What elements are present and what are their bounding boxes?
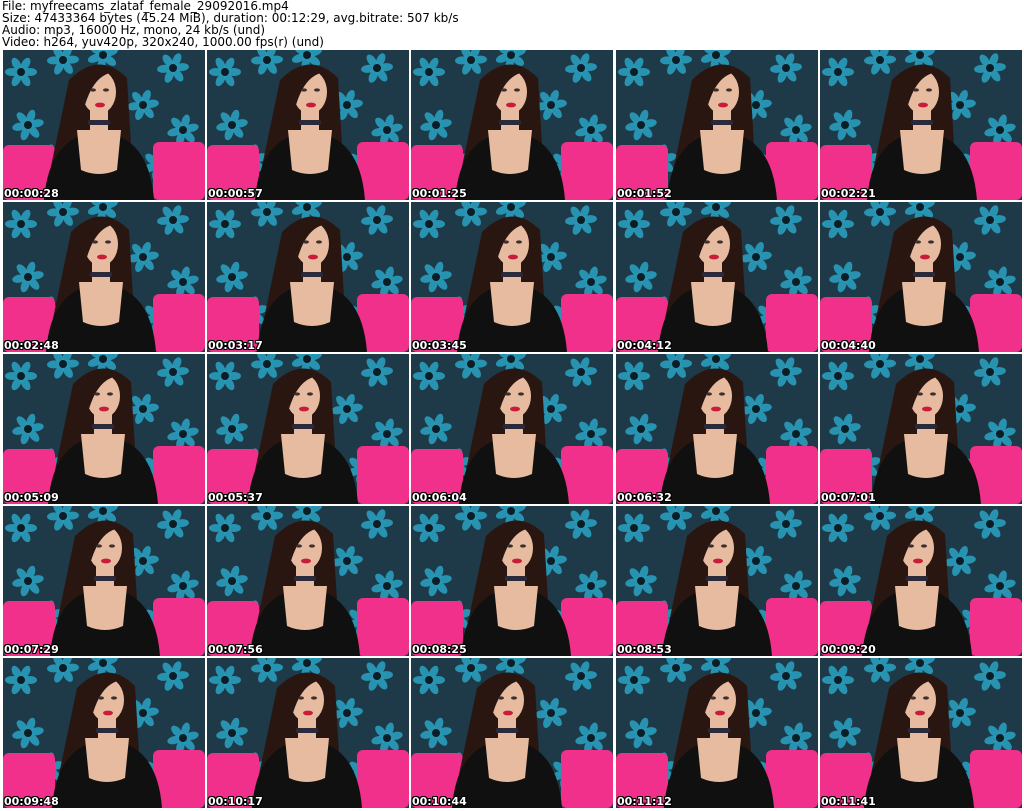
- frame-timestamp: 00:02:48: [4, 339, 59, 352]
- video-frame-image: [411, 354, 613, 504]
- video-frame-image: [616, 506, 818, 656]
- video-frame-image: [411, 50, 613, 200]
- video-thumbnail: 00:10:17: [207, 658, 409, 808]
- video-thumbnail: 00:04:12: [616, 202, 818, 352]
- frame-timestamp: 00:08:53: [617, 643, 672, 656]
- thumbnail-grid: 00:00:28 00:00:57 00:01:25 00:01:52 00:02:21…: [3, 50, 1022, 810]
- frame-timestamp: 00:03:45: [412, 339, 467, 352]
- frame-timestamp: 00:11:41: [821, 795, 876, 808]
- video-frame-image: [411, 202, 613, 352]
- video-frame-image: [3, 202, 205, 352]
- video-frame-image: [3, 506, 205, 656]
- video-info-line: Video: h264, yuv420p, 320x240, 1000.00 f…: [2, 35, 324, 49]
- frame-timestamp: 00:10:17: [208, 795, 263, 808]
- video-frame-image: [616, 202, 818, 352]
- video-frame-image: [820, 658, 1022, 808]
- video-thumbnail: 00:06:04: [411, 354, 613, 504]
- video-frame-image: [616, 50, 818, 200]
- video-thumbnail: 00:02:21: [820, 50, 1022, 200]
- video-frame-image: [207, 658, 409, 808]
- video-thumbnail: 00:02:48: [3, 202, 205, 352]
- video-frame-image: [207, 506, 409, 656]
- frame-timestamp: 00:05:37: [208, 491, 263, 504]
- frame-timestamp: 00:04:40: [821, 339, 876, 352]
- video-frame-image: [820, 506, 1022, 656]
- video-frame-image: [207, 202, 409, 352]
- video-thumbnail: 00:03:45: [411, 202, 613, 352]
- video-frame-image: [3, 658, 205, 808]
- video-thumbnail: 00:11:12: [616, 658, 818, 808]
- video-thumbnail: 00:08:25: [411, 506, 613, 656]
- frame-timestamp: 00:09:20: [821, 643, 876, 656]
- frame-timestamp: 00:04:12: [617, 339, 672, 352]
- frame-timestamp: 00:00:28: [4, 187, 59, 200]
- video-frame-image: [3, 50, 205, 200]
- frame-timestamp: 00:05:09: [4, 491, 59, 504]
- video-thumbnail: 00:09:20: [820, 506, 1022, 656]
- video-thumbnail: 00:11:41: [820, 658, 1022, 808]
- frame-timestamp: 00:01:25: [412, 187, 467, 200]
- frame-timestamp: 00:02:21: [821, 187, 876, 200]
- file-info-header: File: myfreecams_zlataf_female_29092016.…: [2, 0, 1022, 48]
- frame-timestamp: 00:00:57: [208, 187, 263, 200]
- frame-timestamp: 00:09:48: [4, 795, 59, 808]
- video-frame-image: [616, 354, 818, 504]
- video-frame-image: [3, 354, 205, 504]
- video-thumbnail: 00:05:09: [3, 354, 205, 504]
- frame-timestamp: 00:07:01: [821, 491, 876, 504]
- video-thumbnail: 00:07:56: [207, 506, 409, 656]
- frame-timestamp: 00:06:04: [412, 491, 467, 504]
- video-thumbnail: 00:07:29: [3, 506, 205, 656]
- video-frame-image: [820, 50, 1022, 200]
- video-frame-image: [820, 202, 1022, 352]
- video-frame-image: [207, 50, 409, 200]
- frame-timestamp: 00:07:56: [208, 643, 263, 656]
- video-thumbnail: 00:00:28: [3, 50, 205, 200]
- frame-timestamp: 00:11:12: [617, 795, 672, 808]
- video-frame-image: [411, 658, 613, 808]
- video-frame-image: [411, 506, 613, 656]
- video-thumbnail: 00:00:57: [207, 50, 409, 200]
- video-thumbnail: 00:04:40: [820, 202, 1022, 352]
- video-thumbnail: 00:07:01: [820, 354, 1022, 504]
- frame-timestamp: 00:03:17: [208, 339, 263, 352]
- video-thumbnail: 00:01:25: [411, 50, 613, 200]
- frame-timestamp: 00:06:32: [617, 491, 672, 504]
- video-thumbnail: 00:09:48: [3, 658, 205, 808]
- video-thumbnail: 00:01:52: [616, 50, 818, 200]
- video-thumbnail: 00:08:53: [616, 506, 818, 656]
- frame-timestamp: 00:01:52: [617, 187, 672, 200]
- video-frame-image: [616, 658, 818, 808]
- frame-timestamp: 00:10:44: [412, 795, 467, 808]
- video-frame-image: [207, 354, 409, 504]
- video-thumbnail: 00:06:32: [616, 354, 818, 504]
- video-thumbnail: 00:03:17: [207, 202, 409, 352]
- video-thumbnail: 00:05:37: [207, 354, 409, 504]
- frame-timestamp: 00:08:25: [412, 643, 467, 656]
- video-thumbnail: 00:10:44: [411, 658, 613, 808]
- frame-timestamp: 00:07:29: [4, 643, 59, 656]
- video-frame-image: [820, 354, 1022, 504]
